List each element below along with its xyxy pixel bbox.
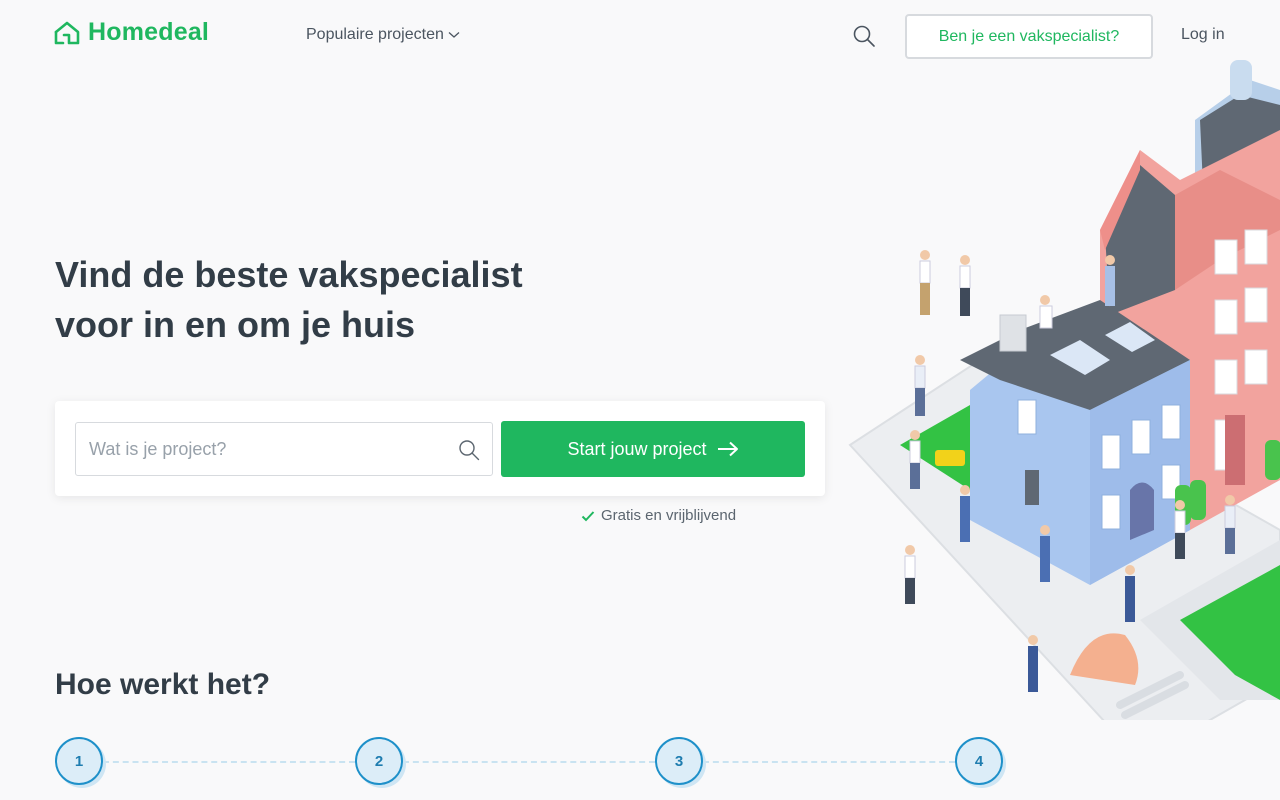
professional-signup-button[interactable]: Ben je een vakspecialist? bbox=[905, 14, 1153, 59]
step-connector bbox=[403, 761, 655, 763]
check-icon bbox=[581, 510, 595, 521]
arrow-right-icon bbox=[717, 441, 738, 457]
popular-projects-menu[interactable]: Populaire projecten bbox=[306, 26, 460, 44]
step-connector bbox=[103, 761, 355, 763]
hero-title-line-2: voor in en om je huis bbox=[55, 304, 416, 345]
step-4-badge: 4 bbox=[955, 737, 1003, 785]
login-link[interactable]: Log in bbox=[1181, 26, 1225, 44]
step-1-badge: 1 bbox=[55, 737, 103, 785]
hero-title-line-1: Vind de beste vakspecialist bbox=[55, 254, 523, 295]
start-project-button[interactable]: Start jouw project bbox=[501, 421, 805, 477]
how-it-works-title: Hoe werkt het? bbox=[55, 668, 271, 701]
step-3-badge: 3 bbox=[655, 737, 703, 785]
header-search-button[interactable] bbox=[852, 24, 876, 48]
project-search-field bbox=[75, 422, 493, 476]
hero-title: Vind de beste vakspecialist voor in en o… bbox=[55, 250, 615, 350]
start-project-label: Start jouw project bbox=[567, 438, 707, 459]
hero-illustration bbox=[840, 60, 1280, 720]
step-connector bbox=[703, 761, 955, 763]
chevron-down-icon bbox=[448, 32, 460, 38]
project-search-input[interactable] bbox=[76, 423, 492, 475]
free-note-text: Gratis en vrijblijvend bbox=[601, 507, 737, 524]
logo[interactable]: Homedeal bbox=[54, 18, 209, 47]
project-search-card: Start jouw project bbox=[55, 401, 825, 496]
logo-text: Homedeal bbox=[88, 18, 210, 46]
houses-illustration bbox=[848, 60, 1280, 720]
step-2-badge: 2 bbox=[355, 737, 403, 785]
free-note: Gratis en vrijblijvend bbox=[581, 507, 736, 524]
how-it-works-steps: 1 2 3 4 bbox=[55, 737, 1015, 789]
search-icon bbox=[459, 440, 480, 461]
search-icon bbox=[853, 25, 875, 47]
house-icon bbox=[54, 21, 80, 44]
popular-projects-label: Populaire projecten bbox=[306, 26, 444, 43]
